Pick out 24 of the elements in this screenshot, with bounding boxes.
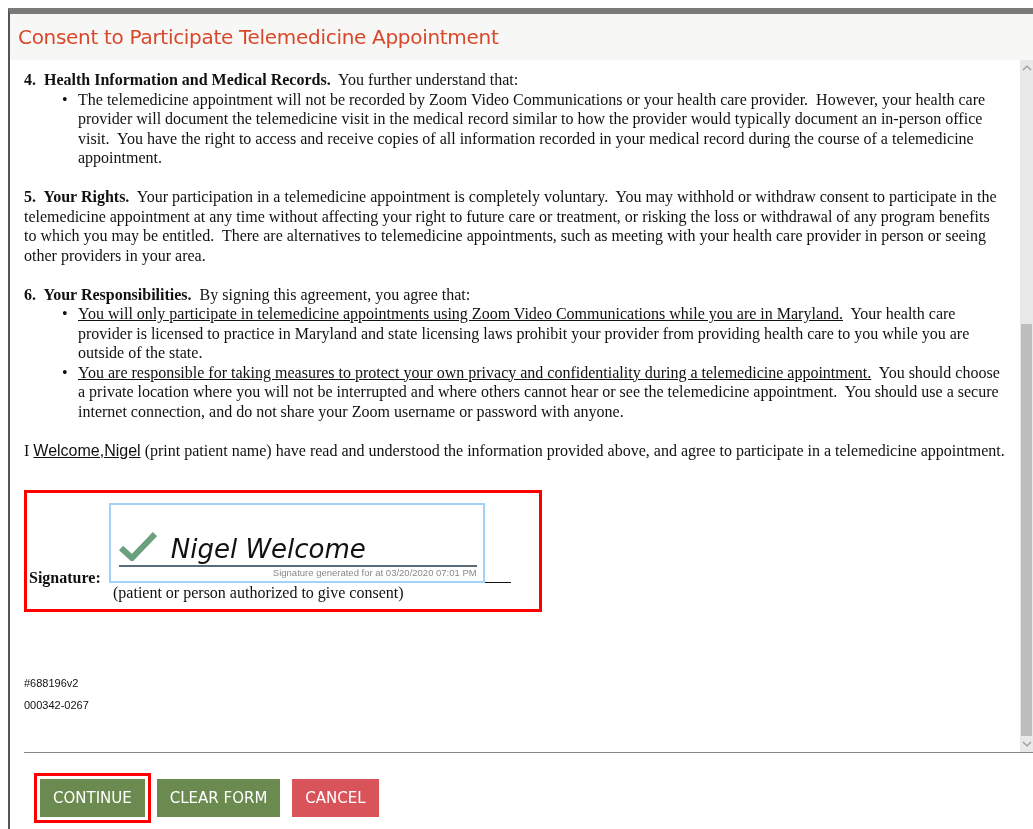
dialog-button[interactable]: CANCEL xyxy=(292,778,379,817)
bullet-mark: • xyxy=(62,89,69,110)
signature-field[interactable]: Nigel Welcome Signature generated for at 03/20/2020 07:01 PM xyxy=(108,503,485,583)
document-code: 000342-0267 xyxy=(24,697,90,713)
scroll-up-icon[interactable] xyxy=(1021,64,1032,72)
section-paragraph: 5. Your Rights. Your participation in a telemedicine appointment is completely voluntary. You may withhold or withdraw consent to participate in the telemedicine appointment at any time without affecting your right to future care or treatment, or risking the loss or withdrawal of any program benefits to which you may be entitled. There are alternatives to telemedicine appointments, such as meeting with your health care provider in person or seeing other providers in your area. xyxy=(24,187,998,265)
section-paragraph: 4. Health Information and Medical Records. You further understand that: xyxy=(24,70,520,90)
scroll-down-icon[interactable] xyxy=(1021,739,1032,748)
signature-caption: Signature generated for at 03/20/2020 07:01 PM xyxy=(271,567,477,579)
acknowledgement-text: I Welcome,Nigel (print patient name) have read and understood the information provided above, and agree to participate in a telemedicine appointment. xyxy=(24,440,1006,460)
signature-note: (patient or person authorized to give consent) xyxy=(113,583,405,603)
bullet-item: The telemedicine appointment will not be recorded by Zoom Video Communications or your health care provider. However, your health care provider will document the telemedicine visit in the medical record similar to how the provider would typically document an in-person office visit. You have the right to access and receive copies of all information recorded in your medical record during the course of a telemedicine appointment. xyxy=(78,89,987,168)
dialog-button[interactable]: CONTINUE xyxy=(40,778,145,817)
bullet-item: You are responsible for taking measures to protect your own privacy and confidentiality during a telemedicine appointment. You should choose a private location where you will not be interrupted and where others cannot hear or see the telemedicine appointment. You should use a secure internet connection, and do not share your Zoom username or password with anyone. xyxy=(78,362,1001,421)
bullet-mark: • xyxy=(62,304,69,324)
bullet-item: You will only participate in telemedicine appointments using Zoom Video Communications while you are in Maryland. Your health care provider is licensed to practice in Maryland and state licensing laws prohibit your provider from providing health care to you while you are outside of the state. xyxy=(78,304,971,363)
document-code: #688196v2 xyxy=(24,675,80,691)
bullet-mark: • xyxy=(62,362,69,383)
dialog-title: Consent to Participate Telemedicine Appointment xyxy=(18,24,499,51)
scrollbar[interactable] xyxy=(1020,60,1033,752)
section-paragraph: 6. Your Responsibilities. By signing this agreement, you agree that: xyxy=(24,284,472,304)
signature-label: Signature: xyxy=(29,567,101,587)
signature-name: Nigel Welcome xyxy=(170,533,366,565)
dialog-button[interactable]: CLEAR FORM xyxy=(156,778,281,817)
